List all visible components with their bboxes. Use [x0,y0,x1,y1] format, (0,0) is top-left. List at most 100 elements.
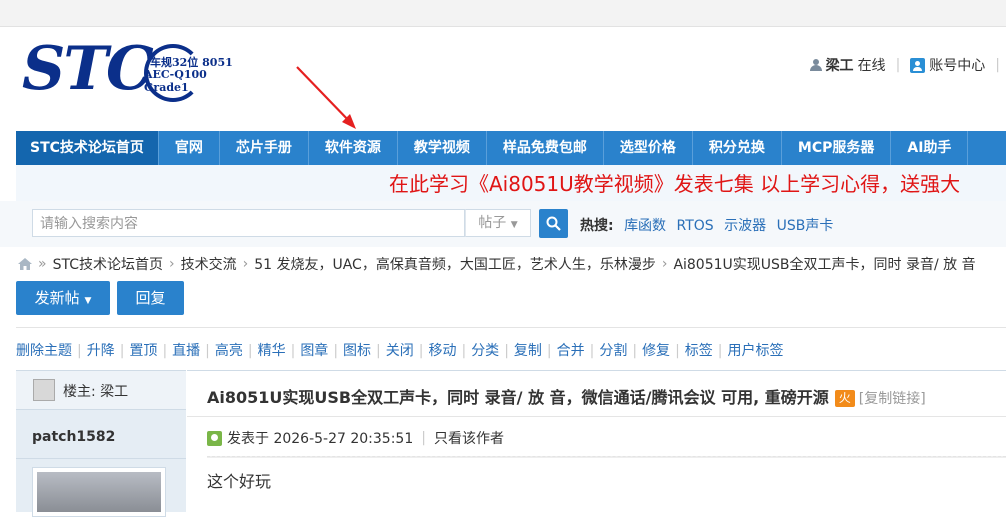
thread-starter-label[interactable]: 楼主: 梁工 [63,381,128,401]
breadcrumb-separator: » [38,256,47,272]
separator: | [290,343,296,359]
mod-tool-split[interactable]: 分割 [599,343,627,359]
nav-forum-home[interactable]: STC技术论坛首页 [16,131,159,165]
mod-tool-pin[interactable]: 置顶 [129,343,157,359]
mod-tool-copy[interactable]: 复制 [514,343,542,359]
mod-tool-category[interactable]: 分类 [471,343,499,359]
author-column: 楼主: 梁工 patch1582 [16,370,186,517]
hot-search-label: 热搜: [580,218,614,234]
online-user-icon [207,430,222,446]
only-author-link[interactable]: 只看该作者 [434,428,504,448]
post-body: 这个好玩 [207,472,272,491]
author-avatar[interactable] [32,467,166,517]
main-nav: STC技术论坛首页 官网 芯片手册 软件资源 教学视频 样品免费包邮 选型价格 … [16,131,1006,165]
post-header: Ai8051U实现USB全双工声卡，同时 录音/ 放 音，微信通话/腾讯会议 可… [187,370,1006,417]
breadcrumb-separator: › [661,256,668,272]
separator: | [119,343,125,359]
post-meta: 发表于 2026-5-27 20:35:51 | 只看该作者 [207,428,504,448]
mod-tool-icon[interactable]: 图标 [343,343,371,359]
nav-points-exchange[interactable]: 积分兑换 [693,131,782,165]
username-link[interactable]: 梁工 [826,55,854,75]
mod-tool-close[interactable]: 关闭 [386,343,414,359]
separator: | [421,430,426,446]
separator: | [333,343,339,359]
top-strip [0,0,1006,27]
breadcrumb-item[interactable]: STC技术论坛首页 [53,254,163,274]
mod-tool-move[interactable]: 移动 [428,343,456,359]
post-time: 发表于 2026-5-27 20:35:51 [227,431,414,447]
separator: | [589,343,595,359]
mod-tool-live[interactable]: 直播 [172,343,200,359]
search-icon [546,216,561,231]
nav-software-resources[interactable]: 软件资源 [309,131,398,165]
nav-selection-price[interactable]: 选型价格 [604,131,693,165]
account-icon [910,57,926,73]
breadcrumb: » STC技术论坛首页 › 技术交流 › 51 发烧友，UAC，高保真音频，大国… [18,254,976,274]
moderator-toolbar: 删除主题 | 升降 | 置顶 | 直播 | 高亮 | 精华 | 图章 | 图标 | 关闭 | 移动 | 分类 | 复制 | 合并… [16,340,784,360]
new-post-label: 发新帖 [34,289,80,307]
search-row: 请输入搜索内容 帖子 ▼ 热搜: 库函数 RTOS 示波器 USB声卡 [0,201,1006,247]
search-button[interactable] [539,209,568,238]
nav-free-samples[interactable]: 样品免费包邮 [487,131,604,165]
mod-tool-highlight[interactable]: 高亮 [215,343,243,359]
user-icon [809,59,822,71]
separator: | [162,343,168,359]
hot-search-item[interactable]: USB声卡 [777,218,834,234]
announcement-text[interactable]: 在此学习《Ai8051U教学视频》发表七集 以上学习心得，送强大 [389,168,960,197]
account-center-link[interactable]: 账号中心 [929,55,985,75]
home-icon[interactable] [18,258,32,270]
mod-tool-repair[interactable]: 修复 [642,343,670,359]
chevron-down-icon: ▼ [510,220,518,230]
breadcrumb-item[interactable]: 51 发烧友，UAC，高保真音频，大国工匠，艺术人生，乐林漫步 [254,254,656,274]
nav-ai-assistant[interactable]: AI助手 [891,131,969,165]
copy-link[interactable]: [复制链接] [859,391,926,407]
nav-official-site[interactable]: 官网 [159,131,220,165]
avatar-image [37,472,161,512]
stc-logo[interactable]: STC 车规32位 8051 AEC-Q100 Grade1 [22,34,252,104]
thread-starter-bar: 楼主: 梁工 [16,371,186,410]
search-type-label: 帖子 [478,215,507,231]
separator: | [504,343,509,359]
separator: | [247,343,253,359]
author-name[interactable]: patch1582 [32,429,115,445]
mod-tool-delete[interactable]: 删除主题 [16,343,72,359]
separator: | [205,343,210,359]
separator: | [461,343,467,359]
mod-tool-digest[interactable]: 精华 [258,343,286,359]
avatar[interactable] [33,379,55,401]
announcement-marquee[interactable]: 在此学习《Ai8051U教学视频》发表七集 以上学习心得，送强大 [16,165,1006,202]
breadcrumb-separator: › [242,256,249,272]
hot-search-item[interactable]: RTOS [677,218,714,234]
divider [207,456,1006,458]
breadcrumb-item[interactable]: 技术交流 [181,254,237,274]
mod-tool-tag[interactable]: 标签 [685,343,713,359]
mod-tool-merge[interactable]: 合并 [557,343,585,359]
separator: | [376,343,381,359]
nav-mcp-server[interactable]: MCP服务器 [782,131,892,165]
separator: | [546,343,552,359]
separator: | [77,343,82,359]
mod-tool-user-tag[interactable]: 用户标签 [728,343,784,359]
reply-button[interactable]: 回复 [117,281,184,315]
divider [16,458,186,459]
separator: | [675,343,680,359]
nav-chip-manual[interactable]: 芯片手册 [220,131,309,165]
separator: | [895,57,901,73]
search-type-select[interactable]: 帖子 ▼ [465,209,531,237]
breadcrumb-item[interactable]: Ai8051U实现USB全双工声卡，同时 录音/ 放 音 [673,254,975,274]
nav-teaching-video[interactable]: 教学视频 [398,131,487,165]
hot-badge: 火 [834,390,855,407]
search-input[interactable]: 请输入搜索内容 [32,209,465,237]
separator: | [632,343,638,359]
hot-search-item[interactable]: 库函数 [624,218,666,234]
mod-tool-updown[interactable]: 升降 [87,343,115,359]
divider [16,327,1006,328]
post-title: Ai8051U实现USB全双工声卡，同时 录音/ 放 音，微信通话/腾讯会议 可… [207,384,926,408]
hot-search: 热搜: 库函数 RTOS 示波器 USB声卡 [580,215,833,235]
caret-down-icon: ▼ [84,296,92,306]
annotation-arrow-icon [296,66,356,129]
new-post-button[interactable]: 发新帖 ▼ [16,281,110,315]
hot-search-item[interactable]: 示波器 [724,218,766,234]
online-status[interactable]: 在线 [858,55,886,75]
mod-tool-stamp[interactable]: 图章 [300,343,328,359]
